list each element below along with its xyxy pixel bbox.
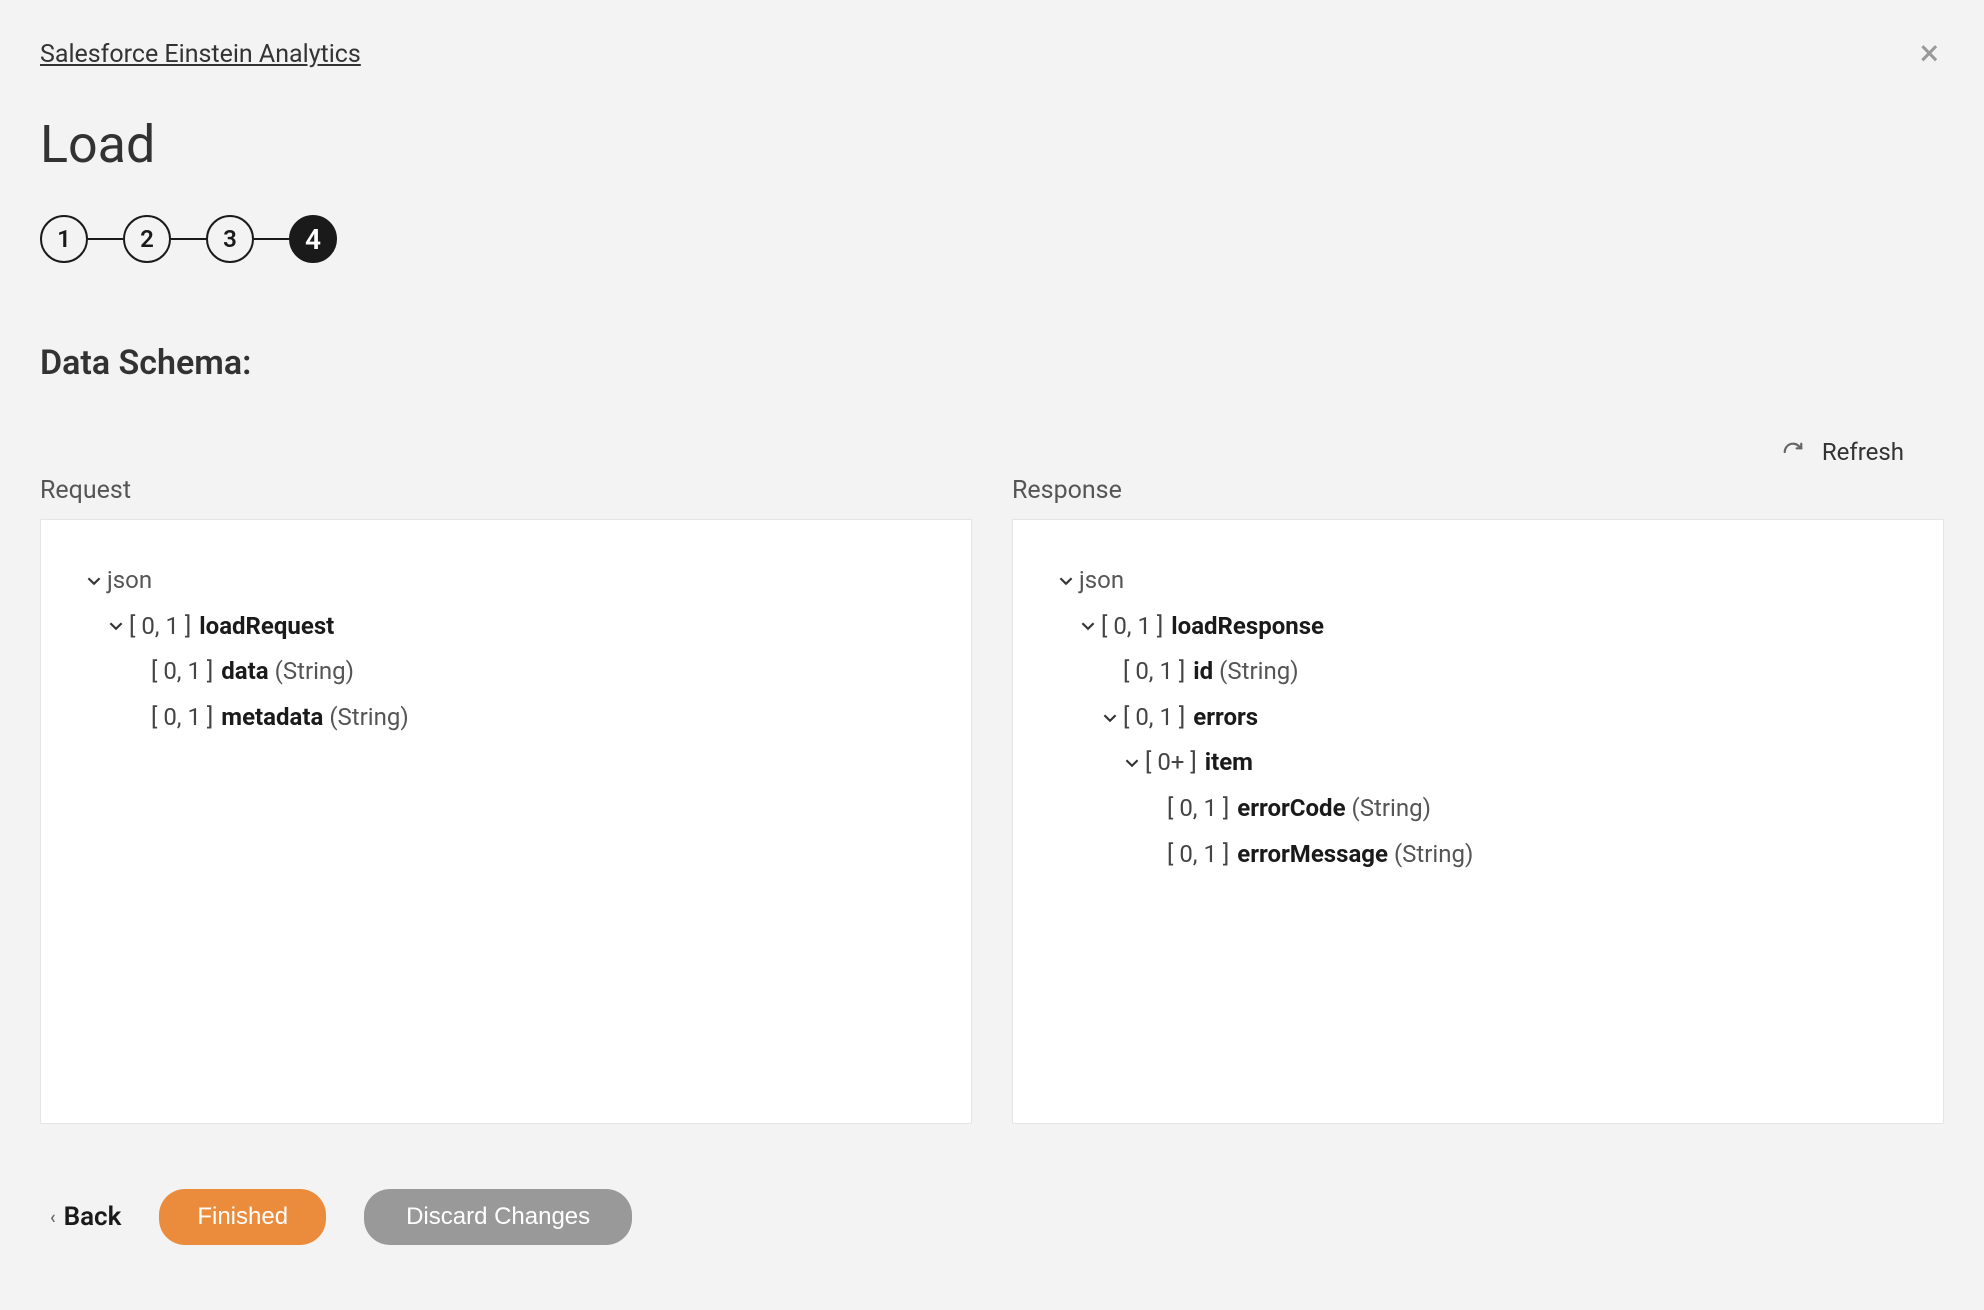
step-2[interactable]: 2 xyxy=(123,215,171,263)
response-label: Response xyxy=(1012,476,1944,505)
field-type: (String) xyxy=(329,695,408,741)
request-panel: json [ 0, 1 ] loadRequest [ 0, 1 ] data … xyxy=(40,519,972,1124)
back-label: Back xyxy=(64,1202,122,1232)
field-name: data xyxy=(221,649,268,695)
field-name: errors xyxy=(1193,695,1258,741)
refresh-label: Refresh xyxy=(1822,438,1904,466)
field-name: loadRequest xyxy=(199,604,334,650)
step-connector xyxy=(88,238,123,240)
field-name: loadResponse xyxy=(1171,604,1324,650)
tree-node-errors[interactable]: [ 0, 1 ] errors xyxy=(1053,695,1903,741)
tree-node-errormessage[interactable]: [ 0, 1 ] errorMessage (String) xyxy=(1053,832,1903,878)
cardinality: [ 0, 1 ] xyxy=(1101,604,1163,650)
section-title: Data Schema: xyxy=(40,343,1944,383)
close-icon[interactable]: × xyxy=(1920,35,1939,71)
field-type: (String) xyxy=(1394,832,1473,878)
tree-node-label: json xyxy=(1079,558,1124,604)
refresh-icon xyxy=(1782,441,1804,463)
field-name: item xyxy=(1205,740,1253,786)
step-connector xyxy=(254,238,289,240)
field-name: errorMessage xyxy=(1237,832,1388,878)
chevron-down-icon xyxy=(1097,711,1123,725)
field-type: (String) xyxy=(1219,649,1298,695)
chevron-down-icon xyxy=(103,619,129,633)
chevron-down-icon xyxy=(1053,574,1079,588)
cardinality: [ 0+ ] xyxy=(1145,740,1197,786)
cardinality: [ 0, 1 ] xyxy=(1123,649,1185,695)
tree-node-loadrequest[interactable]: [ 0, 1 ] loadRequest xyxy=(81,604,931,650)
step-4[interactable]: 4 xyxy=(289,215,337,263)
request-label: Request xyxy=(40,476,972,505)
back-button[interactable]: ‹ Back xyxy=(50,1202,121,1232)
tree-node-id[interactable]: [ 0, 1 ] id (String) xyxy=(1053,649,1903,695)
cardinality: [ 0, 1 ] xyxy=(129,604,191,650)
field-name: id xyxy=(1193,649,1213,695)
breadcrumb-link[interactable]: Salesforce Einstein Analytics xyxy=(40,40,361,69)
field-type: (String) xyxy=(1352,786,1431,832)
tree-node-metadata[interactable]: [ 0, 1 ] metadata (String) xyxy=(81,695,931,741)
response-panel: json [ 0, 1 ] loadResponse [ 0, 1 ] id (… xyxy=(1012,519,1944,1124)
step-connector xyxy=(171,238,206,240)
chevron-down-icon xyxy=(1075,619,1101,633)
step-3[interactable]: 3 xyxy=(206,215,254,263)
cardinality: [ 0, 1 ] xyxy=(1167,832,1229,878)
tree-node-errorcode[interactable]: [ 0, 1 ] errorCode (String) xyxy=(1053,786,1903,832)
tree-node-json[interactable]: json xyxy=(1053,558,1903,604)
tree-node-loadresponse[interactable]: [ 0, 1 ] loadResponse xyxy=(1053,604,1903,650)
cardinality: [ 0, 1 ] xyxy=(151,649,213,695)
cardinality: [ 0, 1 ] xyxy=(1167,786,1229,832)
tree-node-json[interactable]: json xyxy=(81,558,931,604)
chevron-left-icon: ‹ xyxy=(50,1207,56,1228)
refresh-button[interactable]: Refresh xyxy=(1782,438,1904,466)
cardinality: [ 0, 1 ] xyxy=(1123,695,1185,741)
page-title: Load xyxy=(40,114,1944,175)
discard-changes-button[interactable]: Discard Changes xyxy=(364,1189,632,1245)
tree-node-data[interactable]: [ 0, 1 ] data (String) xyxy=(81,649,931,695)
chevron-down-icon xyxy=(1119,756,1145,770)
tree-node-item[interactable]: [ 0+ ] item xyxy=(1053,740,1903,786)
cardinality: [ 0, 1 ] xyxy=(151,695,213,741)
chevron-down-icon xyxy=(81,574,107,588)
step-1[interactable]: 1 xyxy=(40,215,88,263)
field-type: (String) xyxy=(275,649,354,695)
tree-node-label: json xyxy=(107,558,152,604)
stepper: 1 2 3 4 xyxy=(40,215,1944,263)
field-name: metadata xyxy=(221,695,323,741)
field-name: errorCode xyxy=(1237,786,1345,832)
finished-button[interactable]: Finished xyxy=(159,1189,326,1245)
